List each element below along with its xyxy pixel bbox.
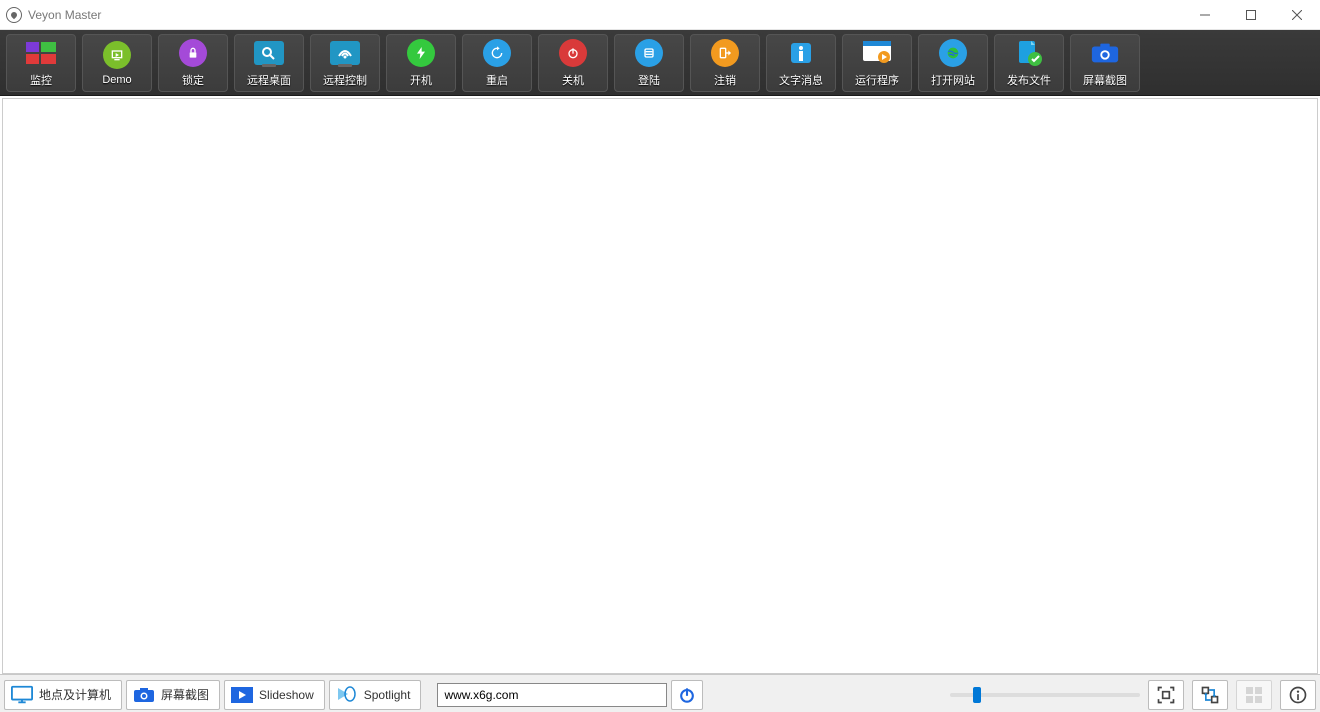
url-input[interactable] bbox=[437, 683, 667, 707]
logout-icon bbox=[710, 38, 740, 68]
login-button[interactable]: 登陆 bbox=[614, 34, 684, 92]
fit-icon bbox=[1156, 685, 1176, 705]
spotlight-tab[interactable]: Spotlight bbox=[329, 680, 422, 710]
login-label: 登陆 bbox=[638, 72, 660, 88]
publish-file-button[interactable]: 发布文件 bbox=[994, 34, 1064, 92]
open-website-button[interactable]: 打开网站 bbox=[918, 34, 988, 92]
grid-view-button[interactable] bbox=[1236, 680, 1272, 710]
camera-icon bbox=[1090, 38, 1120, 68]
maximize-icon bbox=[1246, 10, 1256, 20]
computers-view bbox=[2, 98, 1318, 674]
remote-control-button[interactable]: 远程控制 bbox=[310, 34, 380, 92]
spotlight-icon bbox=[336, 686, 358, 704]
fit-view-button[interactable] bbox=[1148, 680, 1184, 710]
camera-small-icon bbox=[133, 686, 155, 704]
message-icon bbox=[786, 38, 816, 68]
window-maximize-button[interactable] bbox=[1228, 0, 1274, 30]
window-title: Veyon Master bbox=[28, 8, 101, 22]
spotlight-label: Spotlight bbox=[364, 688, 411, 702]
reboot-button[interactable]: 重启 bbox=[462, 34, 532, 92]
run-program-button[interactable]: 运行程序 bbox=[842, 34, 912, 92]
remote-control-icon bbox=[330, 38, 360, 68]
demo-button[interactable]: Demo bbox=[82, 34, 152, 92]
demo-icon bbox=[102, 40, 132, 70]
slideshow-tab[interactable]: Slideshow bbox=[224, 680, 325, 710]
text-message-label: 文字消息 bbox=[779, 72, 823, 88]
zoom-slider[interactable] bbox=[950, 685, 1140, 705]
logout-button[interactable]: 注销 bbox=[690, 34, 760, 92]
minimize-icon bbox=[1200, 10, 1210, 20]
run-icon bbox=[862, 38, 892, 68]
remote-desktop-icon bbox=[254, 38, 284, 68]
lock-icon bbox=[178, 38, 208, 68]
remote-desktop-button[interactable]: 远程桌面 bbox=[234, 34, 304, 92]
monitoring-label: 监控 bbox=[30, 72, 52, 88]
publish-file-label: 发布文件 bbox=[1007, 72, 1051, 88]
main-toolbar: 监控 Demo 锁定 远程桌面 bbox=[0, 30, 1320, 96]
bolt-icon bbox=[406, 38, 436, 68]
power-off-label: 关机 bbox=[562, 72, 584, 88]
remote-desktop-label: 远程桌面 bbox=[247, 72, 291, 88]
monitoring-button[interactable]: 监控 bbox=[6, 34, 76, 92]
info-icon bbox=[1288, 685, 1308, 705]
grid-icon bbox=[1245, 686, 1263, 704]
arrange-button[interactable] bbox=[1192, 680, 1228, 710]
screenshot-label: 屏幕截图 bbox=[1083, 72, 1127, 88]
lock-label: 锁定 bbox=[182, 72, 204, 88]
globe-icon bbox=[938, 38, 968, 68]
logout-label: 注销 bbox=[714, 72, 736, 88]
monitor-icon bbox=[11, 686, 33, 704]
reboot-label: 重启 bbox=[486, 72, 508, 88]
screenshots-tab[interactable]: 屏幕截图 bbox=[126, 680, 220, 710]
run-program-label: 运行程序 bbox=[855, 72, 899, 88]
app-icon bbox=[6, 7, 22, 23]
info-button[interactable] bbox=[1280, 680, 1316, 710]
close-icon bbox=[1292, 10, 1302, 20]
demo-label: Demo bbox=[102, 74, 131, 86]
power-small-icon bbox=[677, 685, 697, 705]
locations-label: 地点及计算机 bbox=[39, 686, 111, 703]
refresh-icon bbox=[482, 38, 512, 68]
bottom-power-button[interactable] bbox=[671, 680, 703, 710]
slideshow-label: Slideshow bbox=[259, 688, 314, 702]
power-icon bbox=[558, 38, 588, 68]
locations-tab[interactable]: 地点及计算机 bbox=[4, 680, 122, 710]
screenshot-button[interactable]: 屏幕截图 bbox=[1070, 34, 1140, 92]
screenshots-label: 屏幕截图 bbox=[161, 686, 209, 703]
text-message-button[interactable]: 文字消息 bbox=[766, 34, 836, 92]
play-icon bbox=[231, 686, 253, 704]
power-off-button[interactable]: 关机 bbox=[538, 34, 608, 92]
window-titlebar: Veyon Master bbox=[0, 0, 1320, 30]
file-icon bbox=[1014, 38, 1044, 68]
window-minimize-button[interactable] bbox=[1182, 0, 1228, 30]
power-on-button[interactable]: 开机 bbox=[386, 34, 456, 92]
power-on-label: 开机 bbox=[410, 72, 432, 88]
remote-control-label: 远程控制 bbox=[323, 72, 367, 88]
arrange-icon bbox=[1200, 685, 1220, 705]
window-close-button[interactable] bbox=[1274, 0, 1320, 30]
monitoring-icon bbox=[26, 38, 56, 68]
bottom-bar: 地点及计算机 屏幕截图 Slideshow Spotlight bbox=[0, 674, 1320, 712]
open-website-label: 打开网站 bbox=[931, 72, 975, 88]
login-icon bbox=[634, 38, 664, 68]
lock-button[interactable]: 锁定 bbox=[158, 34, 228, 92]
